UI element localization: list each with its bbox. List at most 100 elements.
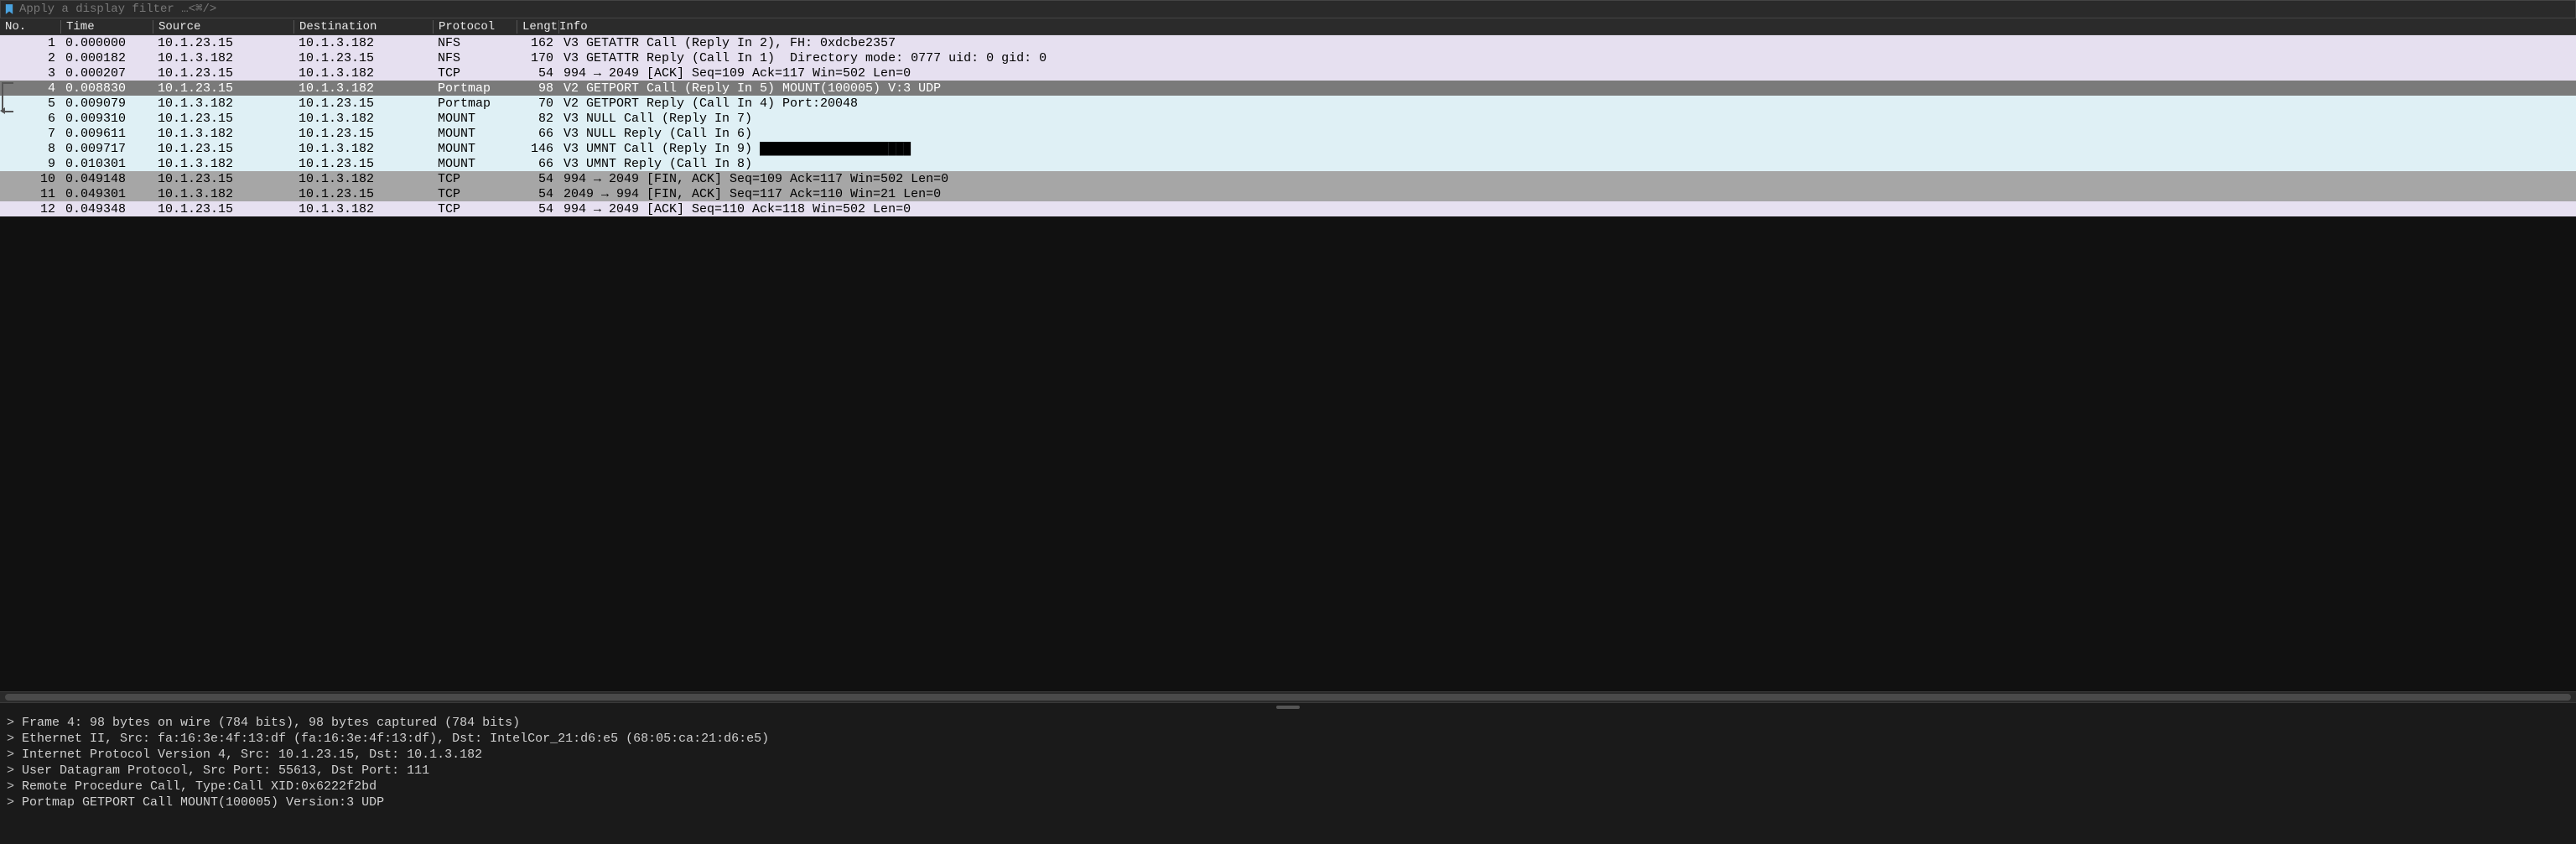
packet-row[interactable]: 50.00907910.1.3.18210.1.23.15Portmap70V2… — [0, 96, 2576, 111]
cell-time: 0.009310 — [60, 112, 153, 126]
cell-dst: 10.1.3.182 — [293, 66, 433, 81]
chevron-right-icon[interactable]: > — [7, 795, 15, 810]
cell-time: 0.010301 — [60, 157, 153, 171]
horizontal-scrollbar[interactable] — [0, 691, 2576, 703]
cell-len: 70 — [517, 96, 558, 111]
cell-no: 7 — [0, 127, 60, 141]
display-filter-input[interactable] — [19, 3, 2572, 16]
tree-label: Remote Procedure Call, Type:Call XID:0x6… — [22, 779, 377, 794]
cell-time: 0.009079 — [60, 96, 153, 111]
col-header-info[interactable]: Info — [558, 20, 2576, 34]
cell-time: 0.049148 — [60, 172, 153, 186]
cell-time: 0.000182 — [60, 51, 153, 65]
pane-splitter[interactable] — [0, 703, 2576, 711]
tree-row[interactable]: > Ethernet II, Src: fa:16:3e:4f:13:df (fa… — [0, 731, 2576, 747]
packet-row[interactable]: 10.00000010.1.23.1510.1.3.182NFS162V3 GE… — [0, 35, 2576, 50]
display-filter-bar[interactable] — [0, 0, 2576, 18]
chevron-right-icon[interactable]: > — [7, 716, 15, 730]
cell-proto: TCP — [433, 172, 517, 186]
bookmark-icon[interactable] — [4, 4, 14, 14]
packet-row[interactable]: 90.01030110.1.3.18210.1.23.15MOUNT66V3 U… — [0, 156, 2576, 171]
packet-row[interactable]: 40.00883010.1.23.1510.1.3.182Portmap98V2… — [0, 81, 2576, 96]
cell-src: 10.1.3.182 — [153, 96, 293, 111]
packet-list-body[interactable]: 10.00000010.1.23.1510.1.3.182NFS162V3 GE… — [0, 35, 2576, 216]
cell-info: 2049 → 994 [FIN, ACK] Seq=117 Ack=110 Wi… — [558, 187, 2576, 201]
packet-row[interactable]: 120.04934810.1.23.1510.1.3.182TCP54994 →… — [0, 201, 2576, 216]
cell-time: 0.000207 — [60, 66, 153, 81]
cell-time: 0.009611 — [60, 127, 153, 141]
cell-len: 66 — [517, 127, 558, 141]
tree-label: Ethernet II, Src: fa:16:3e:4f:13:df (fa:… — [22, 732, 769, 746]
cell-no: 1 — [0, 36, 60, 50]
cell-time: 0.000000 — [60, 36, 153, 50]
cell-info: V3 NULL Call (Reply In 7) — [558, 112, 2576, 126]
tree-row[interactable]: > Remote Procedure Call, Type:Call XID:0x… — [0, 779, 2576, 795]
cell-time: 0.049348 — [60, 202, 153, 216]
cell-proto: MOUNT — [433, 127, 517, 141]
cell-info: V3 GETATTR Reply (Call In 1) Directory m… — [558, 51, 2576, 65]
cell-dst: 10.1.3.182 — [293, 172, 433, 186]
cell-proto: MOUNT — [433, 142, 517, 156]
col-header-no[interactable]: No. — [0, 20, 60, 34]
col-header-length[interactable]: Length — [517, 20, 558, 34]
packet-row[interactable]: 30.00020710.1.23.1510.1.3.182TCP54994 → … — [0, 65, 2576, 81]
cell-info: V3 UMNT Reply (Call In 8) — [558, 157, 2576, 171]
chevron-right-icon[interactable]: > — [7, 779, 15, 794]
cell-proto: TCP — [433, 202, 517, 216]
cell-no: 2 — [0, 51, 60, 65]
cell-src: 10.1.23.15 — [153, 142, 293, 156]
chevron-right-icon[interactable]: > — [7, 732, 15, 746]
packet-details-pane[interactable]: >Frame 4: 98 bytes on wire (784 bits), 9… — [0, 711, 2576, 844]
cell-dst: 10.1.23.15 — [293, 96, 433, 111]
col-header-destination[interactable]: Destination — [293, 20, 433, 34]
cell-dst: 10.1.23.15 — [293, 51, 433, 65]
cell-proto: Portmap — [433, 96, 517, 111]
chevron-right-icon[interactable]: > — [7, 748, 15, 762]
chevron-right-icon[interactable]: > — [7, 763, 15, 778]
cell-dst: 10.1.23.15 — [293, 187, 433, 201]
packet-row[interactable]: 110.04930110.1.3.18210.1.23.15TCP542049 … — [0, 186, 2576, 201]
cell-len: 146 — [517, 142, 558, 156]
tree-label: Internet Protocol Version 4, Src: 10.1.2… — [22, 748, 482, 762]
tree-row[interactable]: >Portmap GETPORT Call MOUNT(100005) Vers… — [0, 795, 2576, 810]
packet-row[interactable]: 80.00971710.1.23.1510.1.3.182MOUNT146V3 … — [0, 141, 2576, 156]
cell-len: 98 — [517, 81, 558, 96]
cell-dst: 10.1.23.15 — [293, 157, 433, 171]
cell-proto: NFS — [433, 51, 517, 65]
tree-row[interactable]: >User Datagram Protocol, Src Port: 55613… — [0, 763, 2576, 779]
cell-info: V2 GETPORT Reply (Call In 4) Port:20048 — [558, 96, 2576, 111]
cell-no: 10 — [0, 172, 60, 186]
cell-src: 10.1.23.15 — [153, 66, 293, 81]
cell-time: 0.009717 — [60, 142, 153, 156]
cell-len: 170 — [517, 51, 558, 65]
packet-row[interactable]: 20.00018210.1.3.18210.1.23.15NFS170V3 GE… — [0, 50, 2576, 65]
cell-no: 9 — [0, 157, 60, 171]
cell-src: 10.1.3.182 — [153, 157, 293, 171]
scrollbar-thumb[interactable] — [5, 694, 2571, 701]
packet-row[interactable]: 100.04914810.1.23.1510.1.3.182TCP54994 →… — [0, 171, 2576, 186]
cell-len: 54 — [517, 66, 558, 81]
cell-dst: 10.1.23.15 — [293, 127, 433, 141]
splitter-grip-icon — [1276, 706, 1300, 709]
packet-row[interactable]: 70.00961110.1.3.18210.1.23.15MOUNT66V3 N… — [0, 126, 2576, 141]
cell-src: 10.1.23.15 — [153, 112, 293, 126]
cell-src: 10.1.3.182 — [153, 127, 293, 141]
cell-len: 66 — [517, 157, 558, 171]
packet-list: No. Time Source Destination Protocol Len… — [0, 18, 2576, 216]
col-header-protocol[interactable]: Protocol — [433, 20, 517, 34]
cell-no: 8 — [0, 142, 60, 156]
tree-row[interactable]: >Frame 4: 98 bytes on wire (784 bits), 9… — [0, 715, 2576, 731]
col-header-time[interactable]: Time — [60, 20, 153, 34]
cell-proto: MOUNT — [433, 112, 517, 126]
cell-no: 11 — [0, 187, 60, 201]
col-header-source[interactable]: Source — [153, 20, 293, 34]
cell-no: 12 — [0, 202, 60, 216]
packet-list-header[interactable]: No. Time Source Destination Protocol Len… — [0, 18, 2576, 35]
cell-info: 994 → 2049 [ACK] Seq=110 Ack=118 Win=502… — [558, 202, 2576, 216]
cell-info: V3 NULL Reply (Call In 6) — [558, 127, 2576, 141]
tree-row[interactable]: > Internet Protocol Version 4, Src: 10.1.… — [0, 747, 2576, 763]
cell-dst: 10.1.3.182 — [293, 36, 433, 50]
cell-proto: NFS — [433, 36, 517, 50]
cell-src: 10.1.3.182 — [153, 187, 293, 201]
packet-row[interactable]: 60.00931010.1.23.1510.1.3.182MOUNT82V3 N… — [0, 111, 2576, 126]
